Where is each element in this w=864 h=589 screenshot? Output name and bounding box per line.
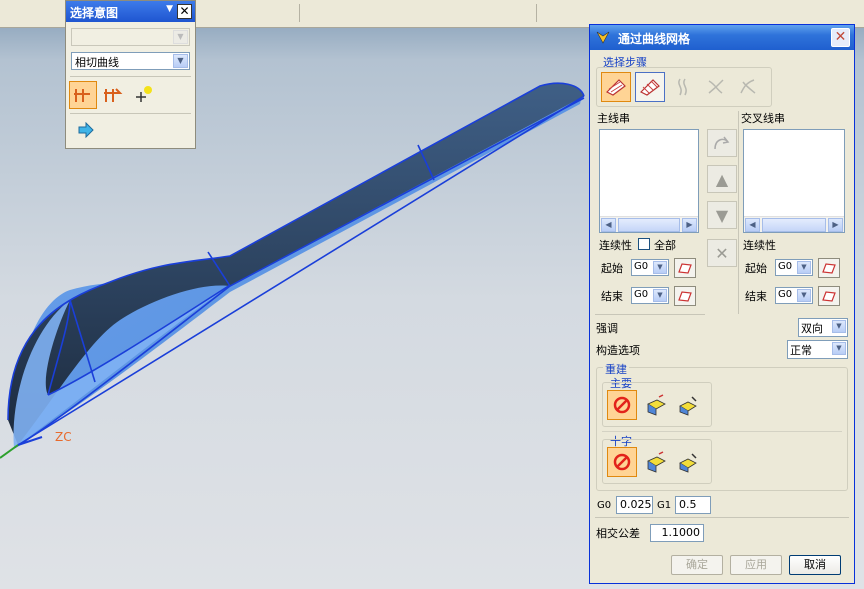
add-string-icon — [707, 129, 737, 157]
select-value: 正常 — [790, 344, 812, 357]
follow-fillet-icon[interactable] — [99, 81, 127, 109]
scroll-thumb[interactable] — [762, 218, 826, 232]
select-face-start-icon[interactable] — [818, 258, 840, 278]
divider — [738, 111, 739, 314]
divider — [70, 113, 191, 114]
cross-strings-label: 交叉线串 — [741, 112, 785, 125]
primary-continuity-label: 连续性 — [599, 239, 632, 252]
chevron-down-icon: ▼ — [173, 30, 188, 44]
point-snap-icon[interactable] — [129, 81, 157, 109]
select-face-start-icon[interactable] — [674, 258, 696, 278]
no-rebuild-icon[interactable] — [607, 447, 637, 477]
spine-curve-step-icon — [733, 72, 763, 102]
scroll-right-icon[interactable]: ▶ — [682, 218, 697, 232]
cross-end-label: 结束 — [745, 290, 767, 303]
spine-alt-step-icon — [701, 72, 731, 102]
cross-strings-list[interactable]: ◀ ▶ — [743, 129, 845, 233]
remove-icon: ✕ — [707, 239, 737, 267]
divider — [595, 314, 705, 315]
select-value: G0 — [778, 289, 793, 300]
rebuild-degree-icon[interactable] — [641, 390, 671, 420]
selection-intent-panel: 选择意图 ▼ ✕ ▼ 相切曲线 ▼ — [65, 0, 196, 149]
no-rebuild-icon[interactable] — [607, 390, 637, 420]
primary-strings-label: 主线串 — [597, 112, 630, 125]
primary-end-label: 结束 — [601, 290, 623, 303]
divider — [595, 517, 849, 518]
filter-combo: ▼ — [71, 28, 190, 46]
chevron-down-icon[interactable]: ▼ — [797, 289, 811, 302]
dialog-titlebar[interactable]: 通过曲线网格 ✕ — [590, 25, 854, 50]
ok-button[interactable]: 确定 — [671, 555, 723, 575]
primary-end-continuity-select[interactable]: G0 ▼ — [631, 287, 669, 304]
spine-step-icon — [669, 72, 699, 102]
horizontal-scrollbar[interactable]: ◀ ▶ — [600, 216, 698, 232]
curve-rule-combo[interactable]: 相切曲线 ▼ — [71, 52, 190, 70]
select-face-end-icon[interactable] — [818, 286, 840, 306]
divider — [602, 431, 842, 432]
app-logo-icon — [595, 29, 611, 48]
all-checkbox[interactable] — [638, 238, 650, 250]
chevron-down-icon[interactable]: ▼ — [832, 342, 846, 355]
select-face-end-icon[interactable] — [674, 286, 696, 306]
rebuild-primary-group — [602, 382, 712, 427]
primary-strings-list[interactable]: ◀ ▶ — [599, 129, 699, 233]
primary-start-continuity-select[interactable]: G0 ▼ — [631, 259, 669, 276]
select-value: G0 — [778, 261, 793, 272]
through-curve-mesh-dialog: 通过曲线网格 ✕ 选择步骤 主线串 交叉线串 ◀ ▶ ◀ ▶ ▲ ▼ ✕ 连续性… — [589, 24, 855, 584]
move-down-icon: ▼ — [707, 201, 737, 229]
chevron-down-icon[interactable]: ▼ — [797, 261, 811, 274]
steps-group — [596, 67, 772, 107]
cross-continuity-label: 连续性 — [743, 239, 776, 252]
construction-select[interactable]: 正常 ▼ — [787, 340, 848, 359]
close-icon[interactable]: ✕ — [177, 4, 192, 19]
divider — [70, 76, 191, 77]
all-checkbox-label: 全部 — [654, 239, 676, 252]
intersection-tolerance-input[interactable]: 1.1000 — [650, 524, 704, 542]
rebuild-cross-group — [602, 439, 712, 484]
cross-end-continuity-select[interactable]: G0 ▼ — [775, 287, 813, 304]
select-value: G0 — [634, 289, 649, 300]
horizontal-scrollbar[interactable]: ◀ ▶ — [744, 216, 844, 232]
rebuild-auto-fit-icon[interactable] — [673, 390, 703, 420]
scroll-right-icon[interactable]: ▶ — [828, 218, 843, 232]
g0-tolerance-input[interactable]: 0.025 — [616, 496, 653, 514]
arrow-right-icon[interactable] — [72, 116, 100, 144]
rebuild-auto-fit-icon[interactable] — [673, 447, 703, 477]
scroll-left-icon[interactable]: ◀ — [601, 218, 616, 232]
g1-tolerance-input[interactable]: 0.5 — [675, 496, 711, 514]
cross-start-label: 起始 — [745, 262, 767, 275]
selection-intent-title: 选择意图 — [70, 6, 119, 20]
chevron-down-icon[interactable]: ▼ — [832, 320, 846, 333]
scroll-left-icon[interactable]: ◀ — [745, 218, 760, 232]
select-value: G0 — [634, 261, 649, 272]
primary-curves-step-icon[interactable] — [601, 72, 631, 102]
dropdown-icon[interactable]: ▼ — [166, 4, 173, 14]
dialog-title: 通过曲线网格 — [618, 32, 691, 46]
emphasis-select[interactable]: 双向 ▼ — [798, 318, 848, 337]
zc-axis-label: ZC — [55, 430, 72, 444]
select-value: 双向 — [801, 322, 823, 335]
rebuild-degree-icon[interactable] — [641, 447, 671, 477]
stop-at-intersection-icon[interactable] — [69, 81, 97, 109]
cross-curves-step-icon[interactable] — [635, 72, 665, 102]
g1-label: G1 — [657, 500, 672, 511]
emphasis-label: 强调 — [596, 322, 618, 335]
g0-label: G0 — [597, 500, 612, 511]
cross-start-continuity-select[interactable]: G0 ▼ — [775, 259, 813, 276]
intersection-tolerance-label: 相交公差 — [596, 527, 640, 540]
curve-rule-value: 相切曲线 — [75, 56, 119, 69]
construction-label: 构造选项 — [596, 344, 640, 357]
move-up-icon: ▲ — [707, 165, 737, 193]
chevron-down-icon[interactable]: ▼ — [653, 261, 667, 274]
chevron-down-icon[interactable]: ▼ — [653, 289, 667, 302]
cancel-button[interactable]: 取消 — [789, 555, 841, 575]
chevron-down-icon[interactable]: ▼ — [173, 54, 188, 68]
toolbar-separator — [536, 4, 537, 22]
close-icon[interactable]: ✕ — [831, 28, 850, 47]
scroll-thumb[interactable] — [618, 218, 680, 232]
primary-start-label: 起始 — [601, 262, 623, 275]
selection-intent-titlebar[interactable]: 选择意图 ▼ ✕ — [66, 1, 195, 22]
apply-button[interactable]: 应用 — [730, 555, 782, 575]
toolbar-separator — [299, 4, 300, 22]
